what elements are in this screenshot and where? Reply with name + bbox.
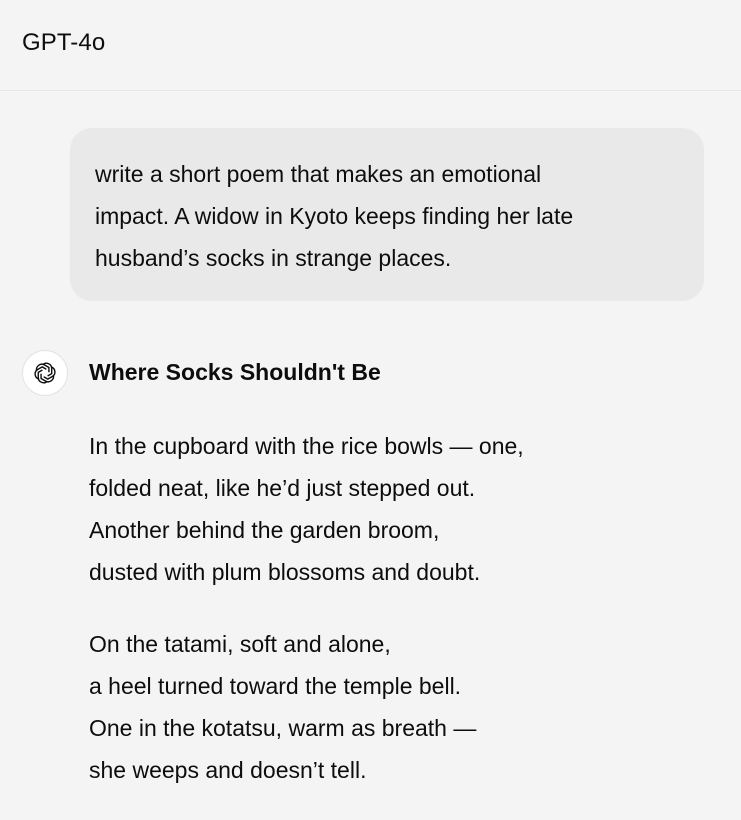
user-message-line: husband’s socks in strange places. — [95, 245, 452, 271]
poem-line: folded neat, like he’d just stepped out. — [89, 475, 476, 501]
chat-header: GPT-4o — [0, 0, 741, 91]
poem-line: On the tatami, soft and alone, — [89, 631, 391, 657]
poem-line: she weeps and doesn’t tell. — [89, 757, 367, 783]
poem-title: Where Socks Shouldn't Be — [89, 359, 381, 385]
user-message-bubble: write a short poem that makes an emotion… — [70, 128, 704, 301]
poem-stanza: On the tatami, soft and alone, a heel tu… — [89, 623, 476, 791]
poem-line: In the cupboard with the rice bowls — on… — [89, 433, 524, 459]
openai-logo-icon — [34, 362, 56, 384]
poem-line: Another behind the garden broom, — [89, 517, 440, 543]
assistant-avatar — [22, 350, 68, 396]
poem-line: a heel turned toward the temple bell. — [89, 673, 462, 699]
poem-stanza: In the cupboard with the rice bowls — on… — [89, 425, 524, 593]
poem-line: dusted with plum blossoms and doubt. — [89, 559, 481, 585]
user-message-line: impact. A widow in Kyoto keeps finding h… — [95, 203, 574, 229]
user-message-line: write a short poem that makes an emotion… — [95, 161, 542, 187]
user-message-text: write a short poem that makes an emotion… — [95, 153, 680, 279]
model-selector[interactable]: GPT-4o — [22, 27, 105, 59]
poem-line: One in the kotatsu, warm as breath — — [89, 715, 477, 741]
